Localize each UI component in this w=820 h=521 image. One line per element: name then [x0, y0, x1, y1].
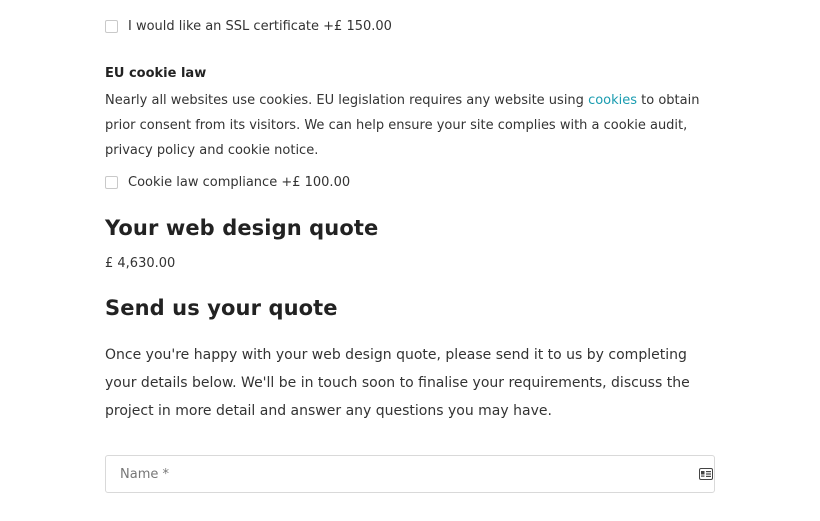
cookie-law-heading: EU cookie law: [105, 66, 207, 81]
ssl-checkbox-label[interactable]: I would like an SSL certificate +£ 150.0…: [128, 19, 392, 34]
cookie-law-checkbox-label[interactable]: Cookie law compliance +£ 100.00: [128, 175, 350, 190]
cookie-law-description: Nearly all websites use cookies. EU legi…: [105, 88, 717, 163]
ssl-checkbox[interactable]: [105, 19, 118, 33]
cookie-law-checkbox[interactable]: [105, 175, 118, 189]
quote-heading: Your web design quote: [105, 216, 379, 240]
ssl-option[interactable]: I would like an SSL certificate +£ 150.0…: [105, 16, 392, 36]
send-quote-description: Once you're happy with your web design q…: [105, 347, 690, 419]
name-input[interactable]: [106, 456, 714, 492]
send-quote-heading: Send us your quote: [105, 296, 338, 320]
contact-card-icon: [699, 468, 713, 480]
cookie-desc-before: Nearly all websites use cookies. EU legi…: [105, 93, 589, 108]
cookies-link[interactable]: cookies: [588, 93, 637, 108]
cookie-law-option[interactable]: Cookie law compliance +£ 100.00: [105, 172, 350, 192]
name-field[interactable]: [105, 455, 715, 493]
quote-total-price: £ 4,630.00: [105, 256, 176, 271]
